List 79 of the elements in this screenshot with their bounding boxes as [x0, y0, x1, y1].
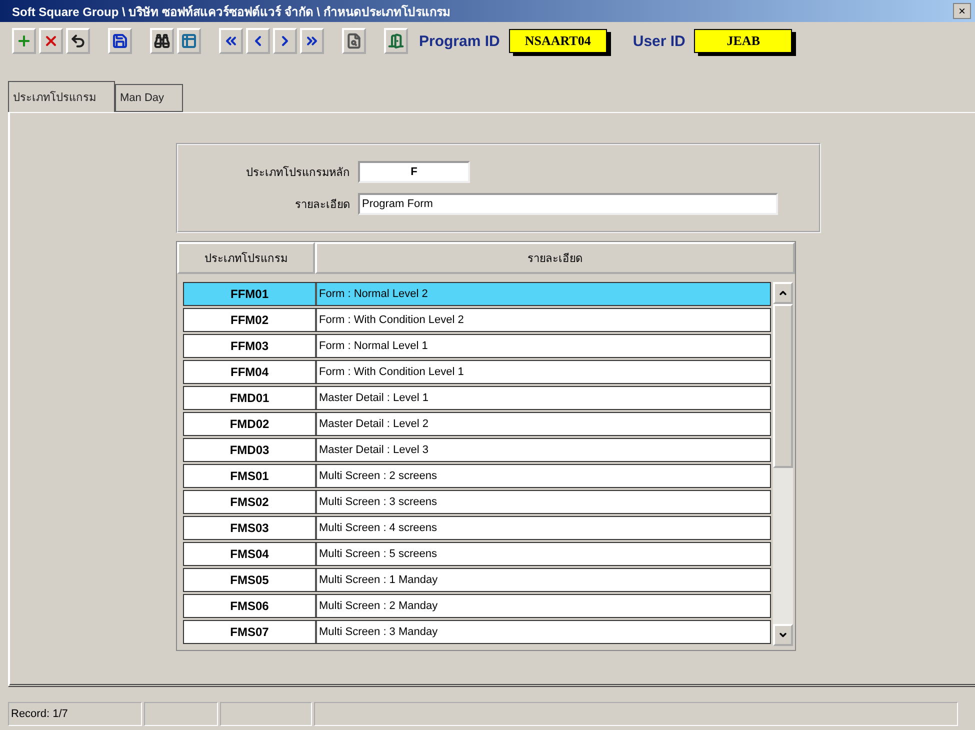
table-cell: FMS04: [184, 543, 317, 565]
table-cell: FFM01: [184, 283, 317, 305]
table-cell: FMS02: [184, 491, 317, 513]
scroll-thumb[interactable]: [773, 304, 793, 468]
close-button[interactable]: ×: [953, 3, 971, 19]
table-cell: FFM04: [184, 361, 317, 383]
table-row[interactable]: FFM03 Form : Normal Level 1: [183, 334, 771, 358]
table-row[interactable]: FMS02 Multi Screen : 3 screens: [183, 490, 771, 514]
table-cell: FMS07: [184, 621, 317, 643]
next-record-button[interactable]: [273, 28, 297, 54]
table-cell-text: Master Detail : Level 2: [318, 417, 430, 432]
table-cell: FMD03: [184, 439, 317, 461]
user-id-label: User ID: [632, 32, 686, 50]
scroll-up-button[interactable]: [773, 282, 793, 304]
table-row[interactable]: FFM01 Form : Normal Level 2: [183, 282, 771, 306]
table-cell: FMD02: [184, 413, 317, 435]
undo-button[interactable]: [66, 28, 90, 54]
table-row[interactable]: FFM04 Form : With Condition Level 1: [183, 360, 771, 384]
table-cell: FMS06: [184, 595, 317, 617]
table-cell-text: Multi Screen : 2 screens: [318, 469, 438, 484]
scroll-down-button[interactable]: [773, 624, 793, 646]
table-row[interactable]: FMS05 Multi Screen : 1 Manday: [183, 568, 771, 592]
table-cell-text: Form : Normal Level 2: [318, 287, 429, 302]
table-cell-text: Multi Screen : 5 screens: [318, 547, 438, 562]
delete-icon: [43, 33, 59, 49]
table-cell-text: Multi Screen : 1 Manday: [318, 573, 439, 588]
table-button[interactable]: [177, 28, 201, 54]
undo-icon: [70, 33, 86, 49]
table-cell: FFM02: [184, 309, 317, 331]
table-cell: FMS01: [184, 465, 317, 487]
table-cell-text: Multi Screen : 3 screens: [318, 495, 438, 510]
column-header[interactable]: ประเภทโปรแกรม: [177, 242, 315, 274]
table-cell: FFM03: [184, 335, 317, 357]
table-cell: FMS05: [184, 569, 317, 591]
scrollbar[interactable]: [773, 282, 793, 646]
binoculars-button[interactable]: [150, 28, 174, 54]
table-row[interactable]: FMS04 Multi Screen : 5 screens: [183, 542, 771, 566]
table-icon: [181, 33, 197, 49]
exit-door-button[interactable]: [384, 28, 408, 54]
table-row[interactable]: FMD01 Master Detail : Level 1: [183, 386, 771, 410]
table-cell: FMS03: [184, 517, 317, 539]
table-row[interactable]: FMS01 Multi Screen : 2 screens: [183, 464, 771, 488]
column-header[interactable]: รายละเอียด: [315, 242, 795, 274]
save-icon: [112, 33, 128, 49]
exit-door-icon: [388, 33, 404, 49]
table-cell-text: Multi Screen : 3 Manday: [318, 625, 439, 640]
binoculars-icon: [154, 33, 170, 49]
tab[interactable]: ประเภทโปรแกรม: [8, 81, 115, 112]
field-label: รายละเอียด: [294, 198, 351, 213]
detail-field[interactable]: Program Form: [358, 193, 778, 215]
field-label: ประเภทโปรแกรมหลัก: [245, 165, 351, 181]
last-record-button[interactable]: [300, 28, 324, 54]
plus-button[interactable]: [12, 28, 36, 54]
first-record-button[interactable]: [219, 28, 243, 54]
preview-button[interactable]: [342, 28, 366, 54]
table-row[interactable]: FMS03 Multi Screen : 4 screens: [183, 516, 771, 540]
table-cell-text: Master Detail : Level 1: [318, 391, 430, 406]
delete-button[interactable]: [39, 28, 63, 54]
table-row[interactable]: FMS07 Multi Screen : 3 Manday: [183, 620, 771, 644]
table-row[interactable]: FMS06 Multi Screen : 2 Manday: [183, 594, 771, 618]
table-cell: FMD01: [184, 387, 317, 409]
table-cell-text: Form : With Condition Level 2: [318, 313, 465, 328]
preview-icon: [346, 33, 362, 49]
table-cell-text: Form : Normal Level 1: [318, 339, 429, 354]
table-cell-text: Form : With Condition Level 1: [318, 365, 465, 380]
save-button[interactable]: [108, 28, 132, 54]
table-cell-text: Multi Screen : 2 Manday: [318, 599, 439, 614]
window-title: Soft Square Group \ บริษัท ซอฟท์สแควร์ซอฟต์แวร์ จำกัด \ กำหนดประเภทโปรแกรม: [12, 4, 452, 20]
table-row[interactable]: FMD03 Master Detail : Level 3: [183, 438, 771, 462]
program-id-label: Program ID: [419, 32, 500, 50]
main-type-field[interactable]: F: [358, 161, 470, 183]
record-status: Record: 1/7: [8, 702, 142, 726]
plus-icon: [16, 33, 32, 49]
table-row[interactable]: FFM02 Form : With Condition Level 2: [183, 308, 771, 332]
table-cell-text: Master Detail : Level 3: [318, 443, 430, 458]
table-row[interactable]: FMD02 Master Detail : Level 2: [183, 412, 771, 436]
tab[interactable]: Man Day: [115, 84, 184, 112]
table-cell-text: Multi Screen : 4 screens: [318, 521, 438, 536]
previous-record-button[interactable]: [246, 28, 270, 54]
